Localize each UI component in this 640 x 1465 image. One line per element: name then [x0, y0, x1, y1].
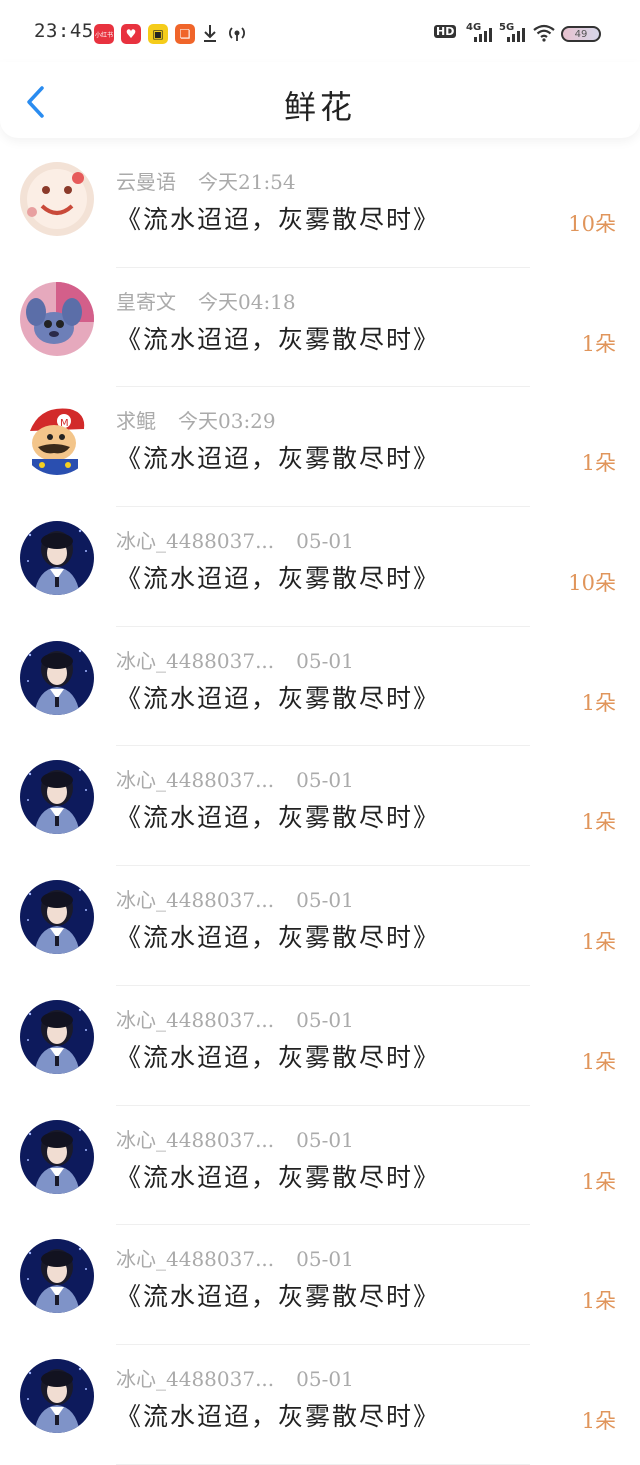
sender-name: 冰心_4488037... — [116, 1247, 275, 1272]
list-item[interactable]: 冰心_4488037... 05-01 《流水迢迢，灰雾散尽时》 1朵 — [0, 1345, 640, 1465]
sender-name: 冰心_4488037... — [116, 529, 275, 554]
top-navigation-bar: 鲜花 — [0, 62, 640, 138]
user-avatar[interactable] — [20, 1119, 94, 1194]
hd-badge: HD — [434, 25, 457, 38]
hotspot-icon — [229, 27, 245, 41]
list-item[interactable]: 冰心_4488037... 05-01 《流水迢迢，灰雾散尽时》 1朵 — [0, 866, 640, 986]
sent-time: 05-01 — [296, 1127, 354, 1152]
sent-time: 05-01 — [296, 1007, 354, 1032]
sender-info: 冰心_4488037... 05-01 — [116, 884, 354, 913]
sender-name: 冰心_4488037... — [116, 888, 275, 913]
sender-name: 皇寄文 — [116, 289, 176, 314]
list-item[interactable]: 冰心_4488037... 05-01 《流水迢迢，灰雾散尽时》 1朵 — [0, 1106, 640, 1226]
song-title: 《流水迢迢，灰雾散尽时》 — [116, 324, 441, 354]
sent-time: 05-01 — [296, 888, 354, 913]
sender-name: 冰心_4488037... — [116, 1366, 275, 1391]
list-item[interactable]: 冰心_4488037... 05-01 《流水迢迢，灰雾散尽时》 1朵 — [0, 986, 640, 1106]
user-avatar[interactable] — [20, 640, 94, 715]
sender-name: 冰心_4488037... — [116, 1007, 275, 1032]
sender-info: 冰心_4488037... 05-01 — [116, 525, 354, 554]
list-item[interactable]: 皇寄文 今天04:18 《流水迢迢，灰雾散尽时》 1朵 — [0, 268, 640, 388]
song-title: 《流水迢迢，灰雾散尽时》 — [116, 683, 441, 713]
sender-info: 皇寄文 今天04:18 — [116, 286, 296, 315]
sent-time: 今天21:54 — [198, 170, 296, 194]
xiaohongshu-icon: 小红书 — [94, 24, 114, 44]
sent-time: 05-01 — [296, 768, 354, 793]
flower-count: 1朵 — [581, 1289, 616, 1314]
song-title: 《流水迢迢，灰雾散尽时》 — [116, 1162, 441, 1192]
sender-info: 冰心_4488037... 05-01 — [116, 1124, 354, 1153]
status-bar: 23:45 小红书 ♥ ▣ ❏ HD 4G 5G 49 — [0, 0, 640, 62]
sender-info: 冰心_4488037... 05-01 — [116, 1363, 354, 1392]
sender-info: 云曼语 今天21:54 — [116, 166, 296, 195]
sender-name: 求鲲 — [116, 409, 156, 434]
song-title: 《流水迢迢，灰雾散尽时》 — [116, 1282, 441, 1312]
sender-info: 求鲲 今天03:29 — [116, 405, 276, 434]
flower-count: 1朵 — [581, 690, 616, 715]
sent-time: 05-01 — [296, 648, 354, 673]
flower-count: 10朵 — [568, 571, 616, 596]
song-title: 《流水迢迢，灰雾散尽时》 — [116, 205, 441, 234]
user-avatar[interactable] — [20, 880, 94, 955]
signal-4g-icon — [474, 26, 492, 42]
user-avatar[interactable] — [20, 1358, 94, 1433]
sent-time: 05-01 — [296, 1366, 354, 1391]
flower-count: 1朵 — [581, 1169, 616, 1194]
list-item[interactable]: M 求鲲 今天03:29 《流水迢迢，灰雾散尽时》 1朵 — [0, 387, 640, 508]
sender-info: 冰心_4488037... 05-01 — [116, 764, 354, 793]
tv-app-icon: ▣ — [148, 24, 168, 44]
sender-info: 冰心_4488037... 05-01 — [116, 645, 354, 674]
flower-count: 1朵 — [581, 1049, 616, 1074]
sender-info: 冰心_4488037... 05-01 — [116, 1243, 354, 1272]
list-item[interactable]: 冰心_4488037... 05-01 《流水迢迢，灰雾散尽时》 10朵 — [0, 507, 640, 627]
sent-time: 今天04:18 — [198, 289, 296, 314]
user-avatar[interactable]: M — [20, 401, 94, 476]
sent-time: 05-01 — [296, 1247, 354, 1272]
row-divider — [116, 1463, 530, 1465]
flower-count: 1朵 — [581, 1408, 616, 1433]
user-avatar[interactable] — [20, 162, 94, 236]
flower-count: 1朵 — [581, 810, 616, 835]
clock: 23:45 — [34, 20, 94, 42]
user-avatar[interactable] — [20, 760, 94, 835]
battery-indicator: 49 — [561, 26, 601, 42]
download-icon — [204, 25, 216, 42]
sender-name: 冰心_4488037... — [116, 1127, 275, 1152]
sent-time: 今天03:29 — [178, 409, 276, 434]
user-avatar[interactable] — [20, 281, 94, 356]
song-title: 《流水迢迢，灰雾散尽时》 — [116, 923, 441, 953]
sender-info: 冰心_4488037... 05-01 — [116, 1004, 354, 1033]
wifi-icon — [533, 24, 555, 42]
song-title: 《流水迢迢，灰雾散尽时》 — [116, 803, 441, 833]
flower-count: 1朵 — [581, 331, 616, 356]
grid-app-icon: ❏ — [175, 24, 195, 44]
flower-count: 1朵 — [581, 451, 616, 476]
list-item[interactable]: 冰心_4488037... 05-01 《流水迢迢，灰雾散尽时》 1朵 — [0, 746, 640, 867]
user-avatar[interactable] — [20, 521, 94, 596]
flower-record-list: 云曼语 今天21:54 《流水迢迢，灰雾散尽时》 10朵 皇寄文 今天04:18 《流水迢迢… — [0, 148, 640, 1465]
sender-name: 冰心_4488037... — [116, 648, 275, 673]
list-item[interactable]: 冰心_4488037... 05-01 《流水迢迢，灰雾散尽时》 1朵 — [0, 627, 640, 747]
flower-count: 10朵 — [568, 212, 616, 236]
song-title: 《流水迢迢，灰雾散尽时》 — [116, 1042, 441, 1072]
list-item[interactable]: 冰心_4488037... 05-01 《流水迢迢，灰雾散尽时》 1朵 — [0, 1225, 640, 1345]
heart-app-icon: ♥ — [121, 24, 141, 44]
sender-name: 云曼语 — [116, 170, 176, 194]
song-title: 《流水迢迢，灰雾散尽时》 — [116, 564, 441, 594]
page-title: 鲜花 — [283, 88, 356, 126]
signal-5g-icon — [507, 26, 525, 42]
user-avatar[interactable] — [20, 999, 94, 1074]
sender-name: 冰心_4488037... — [116, 768, 275, 793]
flower-count: 1朵 — [581, 930, 616, 955]
song-title: 《流水迢迢，灰雾散尽时》 — [116, 444, 441, 474]
sent-time: 05-01 — [296, 529, 354, 554]
song-title: 《流水迢迢，灰雾散尽时》 — [116, 1401, 441, 1431]
list-item[interactable]: 云曼语 今天21:54 《流水迢迢，灰雾散尽时》 10朵 — [0, 148, 640, 268]
user-avatar[interactable] — [20, 1239, 94, 1314]
